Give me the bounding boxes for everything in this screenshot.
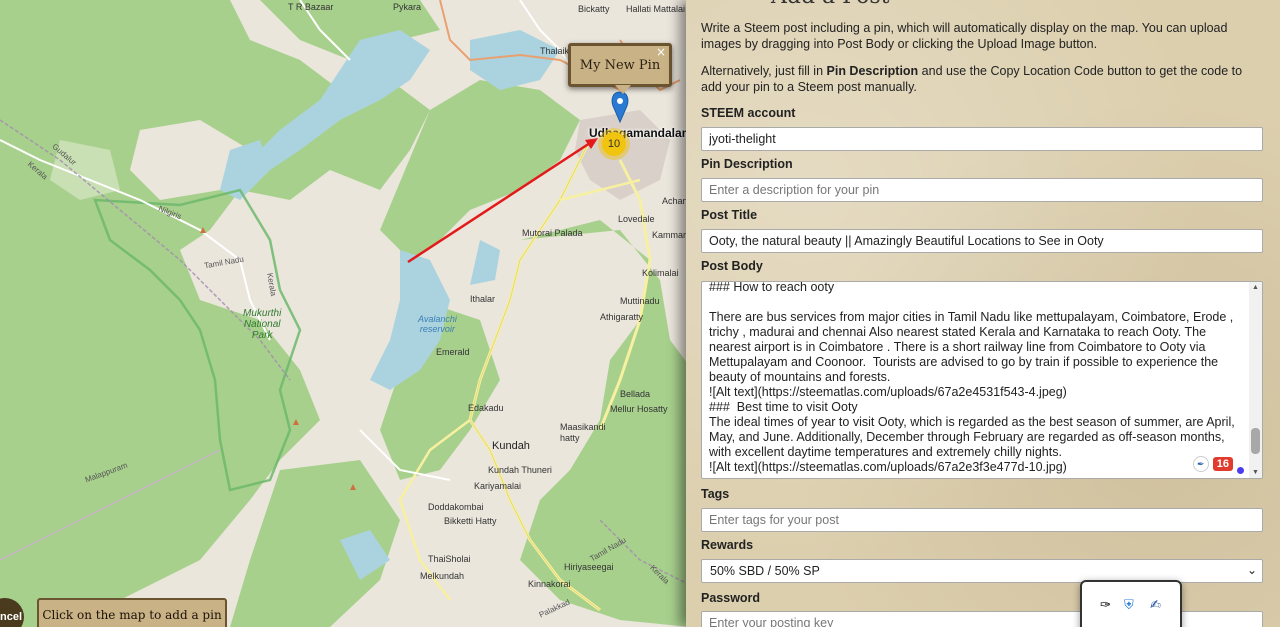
map-canvas[interactable]: T R Bazaar Pykara Bickatty Hallati Matta… [0,0,700,627]
scroll-thumb[interactable] [1251,428,1260,454]
tags-input[interactable] [701,508,1263,532]
pin-description-label: Pin Description [701,157,793,171]
marker-cluster[interactable]: 10 [598,128,630,160]
map-tiles [0,0,700,627]
post-title-label: Post Title [701,208,758,222]
map-label-tr-bazaar: T R Bazaar [288,2,334,12]
post-body-content: ### How to reach ooty There are bus serv… [709,281,1235,474]
map-label-emerald: Emerald [436,347,470,357]
map-label-bellada: Bellada [620,389,651,399]
pin-description-input[interactable] [701,178,1263,202]
map-label-lovedale: Lovedale [618,214,655,224]
intro-text-2: Alternatively, just fill in Pin Descript… [701,63,1256,95]
close-icon[interactable]: × [656,45,666,59]
steem-account-label: STEEM account [701,106,796,120]
grammar-extension-badge[interactable]: ✒ 16 [1192,456,1244,474]
ext-shield-icon[interactable]: ⛨ [1124,598,1134,613]
status-dot-icon [1237,466,1244,474]
map-label-muttinadu: Muttinadu [620,296,660,306]
map-label-hiriyaseegai: Hiriyaseegai [564,562,614,572]
scroll-up-icon[interactable]: ▲ [1252,284,1259,291]
add-post-panel: Add a Post Write a Steem post including … [686,0,1280,627]
map-label-bickatty: Bickatty [578,4,610,14]
new-pin-popup[interactable]: My New Pin × [568,43,672,94]
rewards-label: Rewards [701,538,754,552]
intro-text: Write a Steem post including a pin, whic… [701,21,1228,51]
extension-popup[interactable]: ✑ ⛨ ✍ [1080,580,1182,627]
post-body-scrollbar[interactable]: ▲ ▼ [1249,282,1262,478]
cluster-count: 10 [602,132,626,156]
rewards-select[interactable]: 50% SBD / 50% SP ⌄ [701,559,1263,583]
map-label-bikketti: Bikketti Hatty [444,516,497,526]
panel-heading: Add a Post [771,0,889,9]
map-label-pykara: Pykara [393,2,422,12]
map-label-hallati: Hallati Mattalai [626,4,686,14]
password-label: Password [701,591,761,605]
map-label-kundah-thuneri: Kundah Thuneri [488,465,552,475]
map-label-mutorai: Mutorai Palada [522,228,583,238]
map-label-maasikandi: Maasikandi hatty [560,422,606,443]
map-label-kundah: Kundah [492,440,530,452]
scroll-down-icon[interactable]: ▼ [1252,469,1259,476]
grammar-count[interactable]: 16 [1212,457,1233,471]
map-label-edakadu: Edakadu [468,403,504,413]
map-label-avalanchi: Avalanchi reservoir [418,314,457,334]
intro2-bold: Pin Description [826,64,919,78]
feather-icon[interactable]: ✒ [1192,456,1209,472]
chevron-down-icon: ⌄ [1246,563,1257,577]
map-label-mellur: Mellur Hosatty [610,404,668,414]
post-title-input[interactable] [701,229,1263,253]
map-label-mukurthi: Mukurthi National Park [243,308,282,341]
post-body-label: Post Body [701,259,763,273]
add-pin-hint: Click on the map to add a pin [37,598,227,627]
map-label-kolimalai: Kolimalai [642,268,679,278]
steem-account-input[interactable] [701,127,1263,151]
ext-feather-icon[interactable]: ✑ [1100,598,1111,613]
map-label-doddakombai: Doddakombai [428,502,484,512]
map-label-thalaik: Thalaik [540,46,570,56]
tags-label: Tags [701,487,730,501]
rewards-selected: 50% SBD / 50% SP [710,564,820,578]
map-label-athigaratty: Athigaratty [600,312,644,322]
map-label-kinnakorai: Kinnakorai [528,579,571,589]
map-label-melkundah: Melkundah [420,571,465,581]
post-body-textarea[interactable]: ### How to reach ooty There are bus serv… [701,281,1263,479]
map-label-kariyamalai: Kariyamalai [474,481,522,491]
map-label-ithalar: Ithalar [470,294,496,304]
ext-pen-icon[interactable]: ✍ [1150,598,1161,613]
popup-tail [615,85,631,94]
new-pin-label: My New Pin [579,57,661,73]
map-label-kammand: Kamman [652,230,689,240]
intro2-pre: Alternatively, just fill in [701,64,827,78]
map-label-thaisholai: ThaiSholai [428,554,471,564]
